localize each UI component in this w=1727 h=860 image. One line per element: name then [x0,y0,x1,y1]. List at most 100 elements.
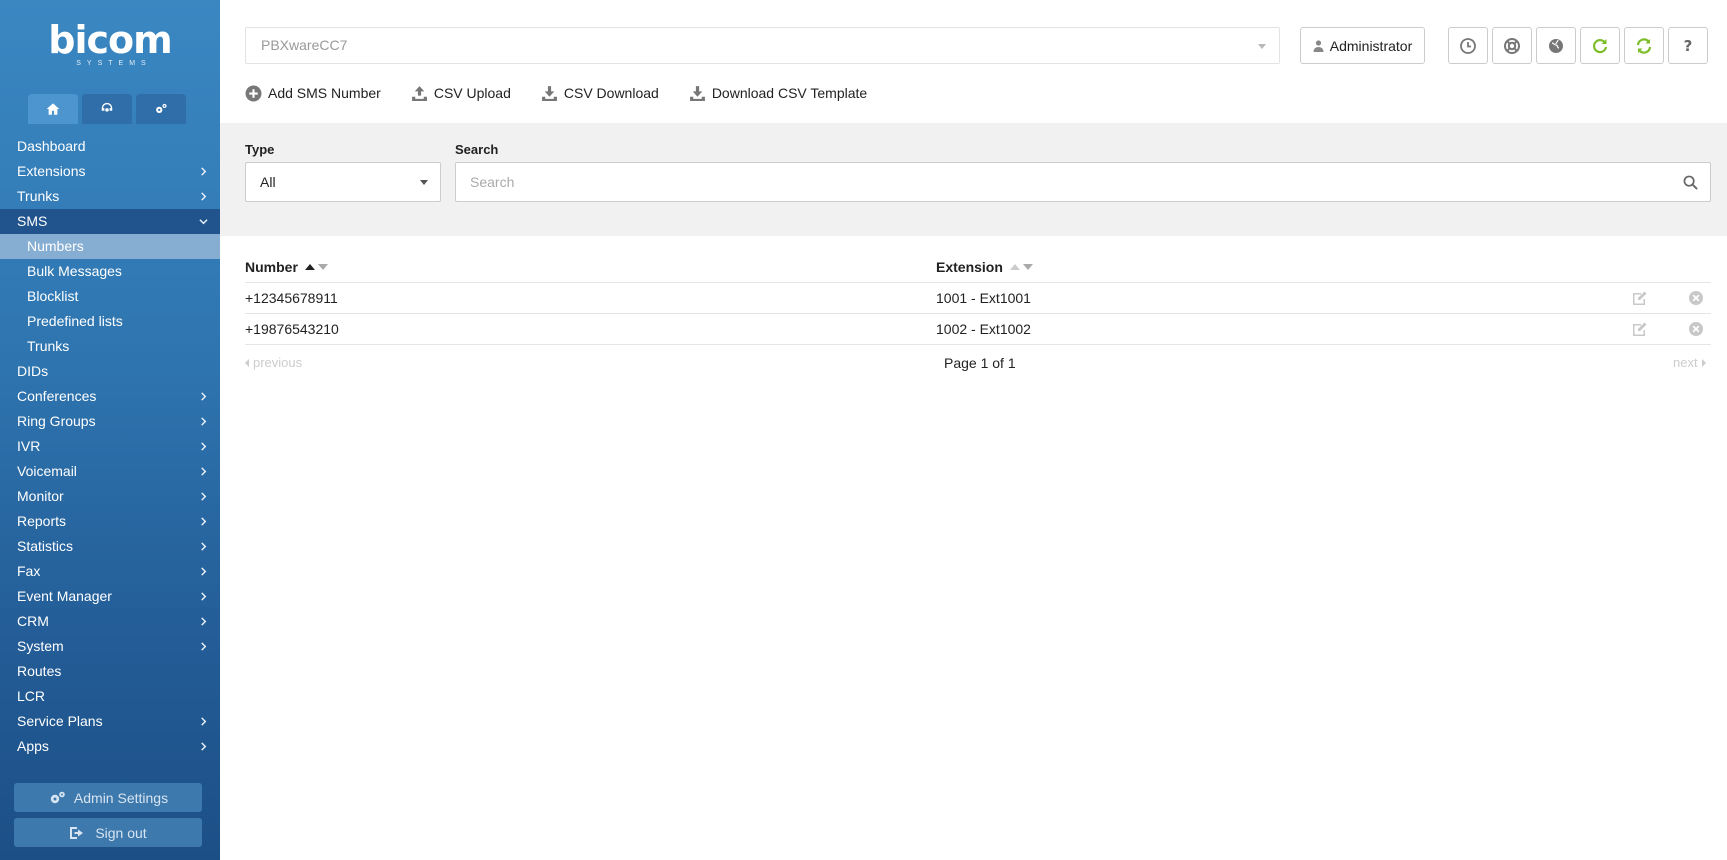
sidebar-item-event-manager[interactable]: Event Manager [0,584,220,609]
plus-circle-icon [245,85,262,101]
sidebar-item-label: Extensions [17,163,86,179]
sidebar-subitem-bulk-messages[interactable]: Bulk Messages [0,259,220,284]
chevron-right-icon [199,434,208,459]
caret-left-icon [245,358,249,367]
download-csv-template-button[interactable]: Download CSV Template [689,85,867,102]
chevron-right-icon [199,584,208,609]
csv-download-button[interactable]: CSV Download [541,85,659,102]
number-cell: +12345678911 [245,290,338,306]
sidebar-item-label: CRM [17,613,49,629]
sidebar-item-label: Statistics [17,538,74,554]
type-select[interactable]: All [245,162,441,202]
lifebuoy-icon [1504,37,1520,54]
sidebar-item-ring-groups[interactable]: Ring Groups [0,409,220,434]
sidebar-item-dids[interactable]: DIDs [0,359,220,384]
delete-icon[interactable] [1688,290,1704,306]
sidebar-item-system[interactable]: System [0,634,220,659]
download-csv-template-label: Download CSV Template [711,85,868,101]
extension-cell: 1002 - Ext1002 [936,321,1031,337]
history-button[interactable] [1448,27,1488,64]
sidebar-item-apps[interactable]: Apps [0,734,220,759]
column-header-number[interactable]: Number [245,259,328,275]
sidebar-item-label: IVR [17,438,41,454]
sidebar-item-trunks[interactable]: Trunks [0,184,220,209]
language-button[interactable] [1536,27,1576,64]
sidebar-item-label: Ring Groups [17,413,96,429]
help-icon: ? [1684,37,1693,55]
sidebar-item-extensions[interactable]: Extensions [0,159,220,184]
csv-upload-button[interactable]: CSV Upload [411,85,511,102]
next-page-button[interactable]: next [1673,355,1706,370]
tab-support[interactable] [82,94,132,124]
sidebar-item-voicemail[interactable]: Voicemail [0,459,220,484]
sidebar-item-dashboard[interactable]: Dashboard [0,134,220,159]
sidebar: bicom SYSTEMS Dashboard Extensions Trunk… [0,0,220,860]
sidebar-item-service-plans[interactable]: Service Plans [0,709,220,734]
next-page-label: next [1673,355,1698,370]
sidebar-item-label: Reports [17,513,67,529]
admin-settings-label: Admin Settings [73,789,169,806]
admin-settings-button[interactable]: Admin Settings [14,783,202,812]
sidebar-item-label: Apps [17,738,49,754]
table-row[interactable]: +19876543210 1002 - Ext1002 [245,314,1711,344]
upload-icon [411,85,427,101]
sidebar-item-sms[interactable]: SMS [0,209,220,234]
chevron-right-icon [199,459,208,484]
sign-out-button[interactable]: Sign out [14,818,202,847]
caret-down-icon [1258,44,1266,49]
logo-text: bicom [48,18,172,62]
sidebar-item-lcr[interactable]: LCR [0,684,220,709]
chevron-right-icon [199,534,208,559]
server-select-value: PBXwareCC7 [261,37,348,53]
tab-home[interactable] [28,94,78,124]
sidebar-item-monitor[interactable]: Monitor [0,484,220,509]
user-icon [1313,39,1324,52]
sync-icon [1636,37,1652,54]
add-sms-number-button[interactable]: Add SMS Number [245,85,381,102]
column-header-extension[interactable]: Extension [936,259,1033,275]
action-bar: Add SMS Number CSV Upload CSV Download D… [245,82,897,104]
sidebar-item-conferences[interactable]: Conferences [0,384,220,409]
sidebar-item-statistics[interactable]: Statistics [0,534,220,559]
sidebar-item-label: Monitor [17,488,64,504]
reload-button[interactable] [1580,27,1620,64]
tab-settings[interactable] [136,94,186,124]
sidebar-item-ivr[interactable]: IVR [0,434,220,459]
sign-out-icon [70,826,84,839]
sidebar-subitem-sms-trunks[interactable]: Trunks [0,334,220,359]
search-icon[interactable] [1683,175,1698,190]
download-icon [689,85,705,101]
sidebar-subitem-blocklist[interactable]: Blocklist [0,284,220,309]
download-icon [541,85,557,101]
support-button[interactable] [1492,27,1532,64]
edit-icon[interactable] [1632,290,1648,306]
sidebar-item-routes[interactable]: Routes [0,659,220,684]
chevron-right-icon [199,384,208,409]
refresh-icon [1592,38,1608,53]
add-sms-number-label: Add SMS Number [268,85,381,101]
sync-button[interactable] [1624,27,1664,64]
chevron-right-icon [199,734,208,759]
previous-page-button[interactable]: previous [245,355,302,370]
sidebar-item-fax[interactable]: Fax [0,559,220,584]
search-input[interactable] [455,162,1711,202]
page-indicator: Page 1 of 1 [944,355,1016,371]
help-button[interactable]: ? [1668,27,1708,64]
delete-icon[interactable] [1688,321,1704,337]
sidebar-subitem-numbers[interactable]: Numbers [0,234,220,259]
edit-icon[interactable] [1632,321,1648,337]
user-menu-label: Administrator [1329,37,1413,54]
server-select[interactable]: PBXwareCC7 [245,27,1280,64]
sidebar-item-reports[interactable]: Reports [0,509,220,534]
sidebar-item-crm[interactable]: CRM [0,609,220,634]
sidebar-subitem-predefined-lists[interactable]: Predefined lists [0,309,220,334]
user-menu-button[interactable]: Administrator [1300,27,1425,64]
sidebar-tabs [28,94,186,124]
csv-upload-label: CSV Upload [433,85,511,101]
number-cell: +19876543210 [245,321,339,337]
caret-right-icon [1701,358,1706,367]
clock-icon [1460,37,1476,54]
table-row[interactable]: +12345678911 1001 - Ext1001 [245,283,1711,313]
bicom-logo[interactable]: bicom SYSTEMS [0,18,220,67]
csv-download-label: CSV Download [563,85,659,101]
